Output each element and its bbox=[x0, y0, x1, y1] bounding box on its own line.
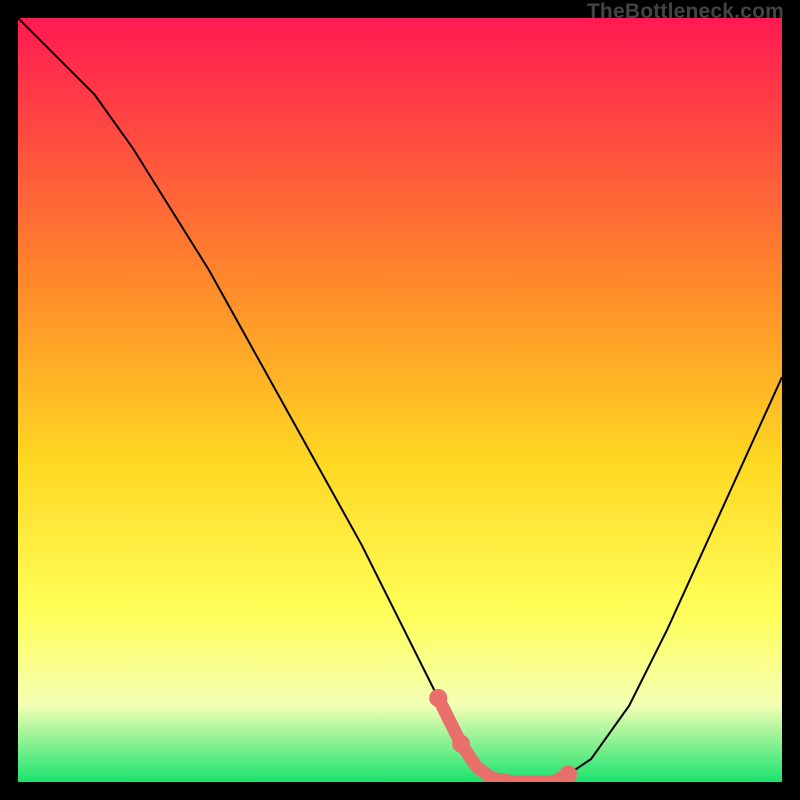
bottleneck-chart bbox=[18, 18, 782, 782]
highlight-dot bbox=[429, 689, 447, 707]
chart-frame bbox=[18, 18, 782, 782]
highlight-dot bbox=[452, 735, 470, 753]
gradient-background bbox=[18, 18, 782, 782]
